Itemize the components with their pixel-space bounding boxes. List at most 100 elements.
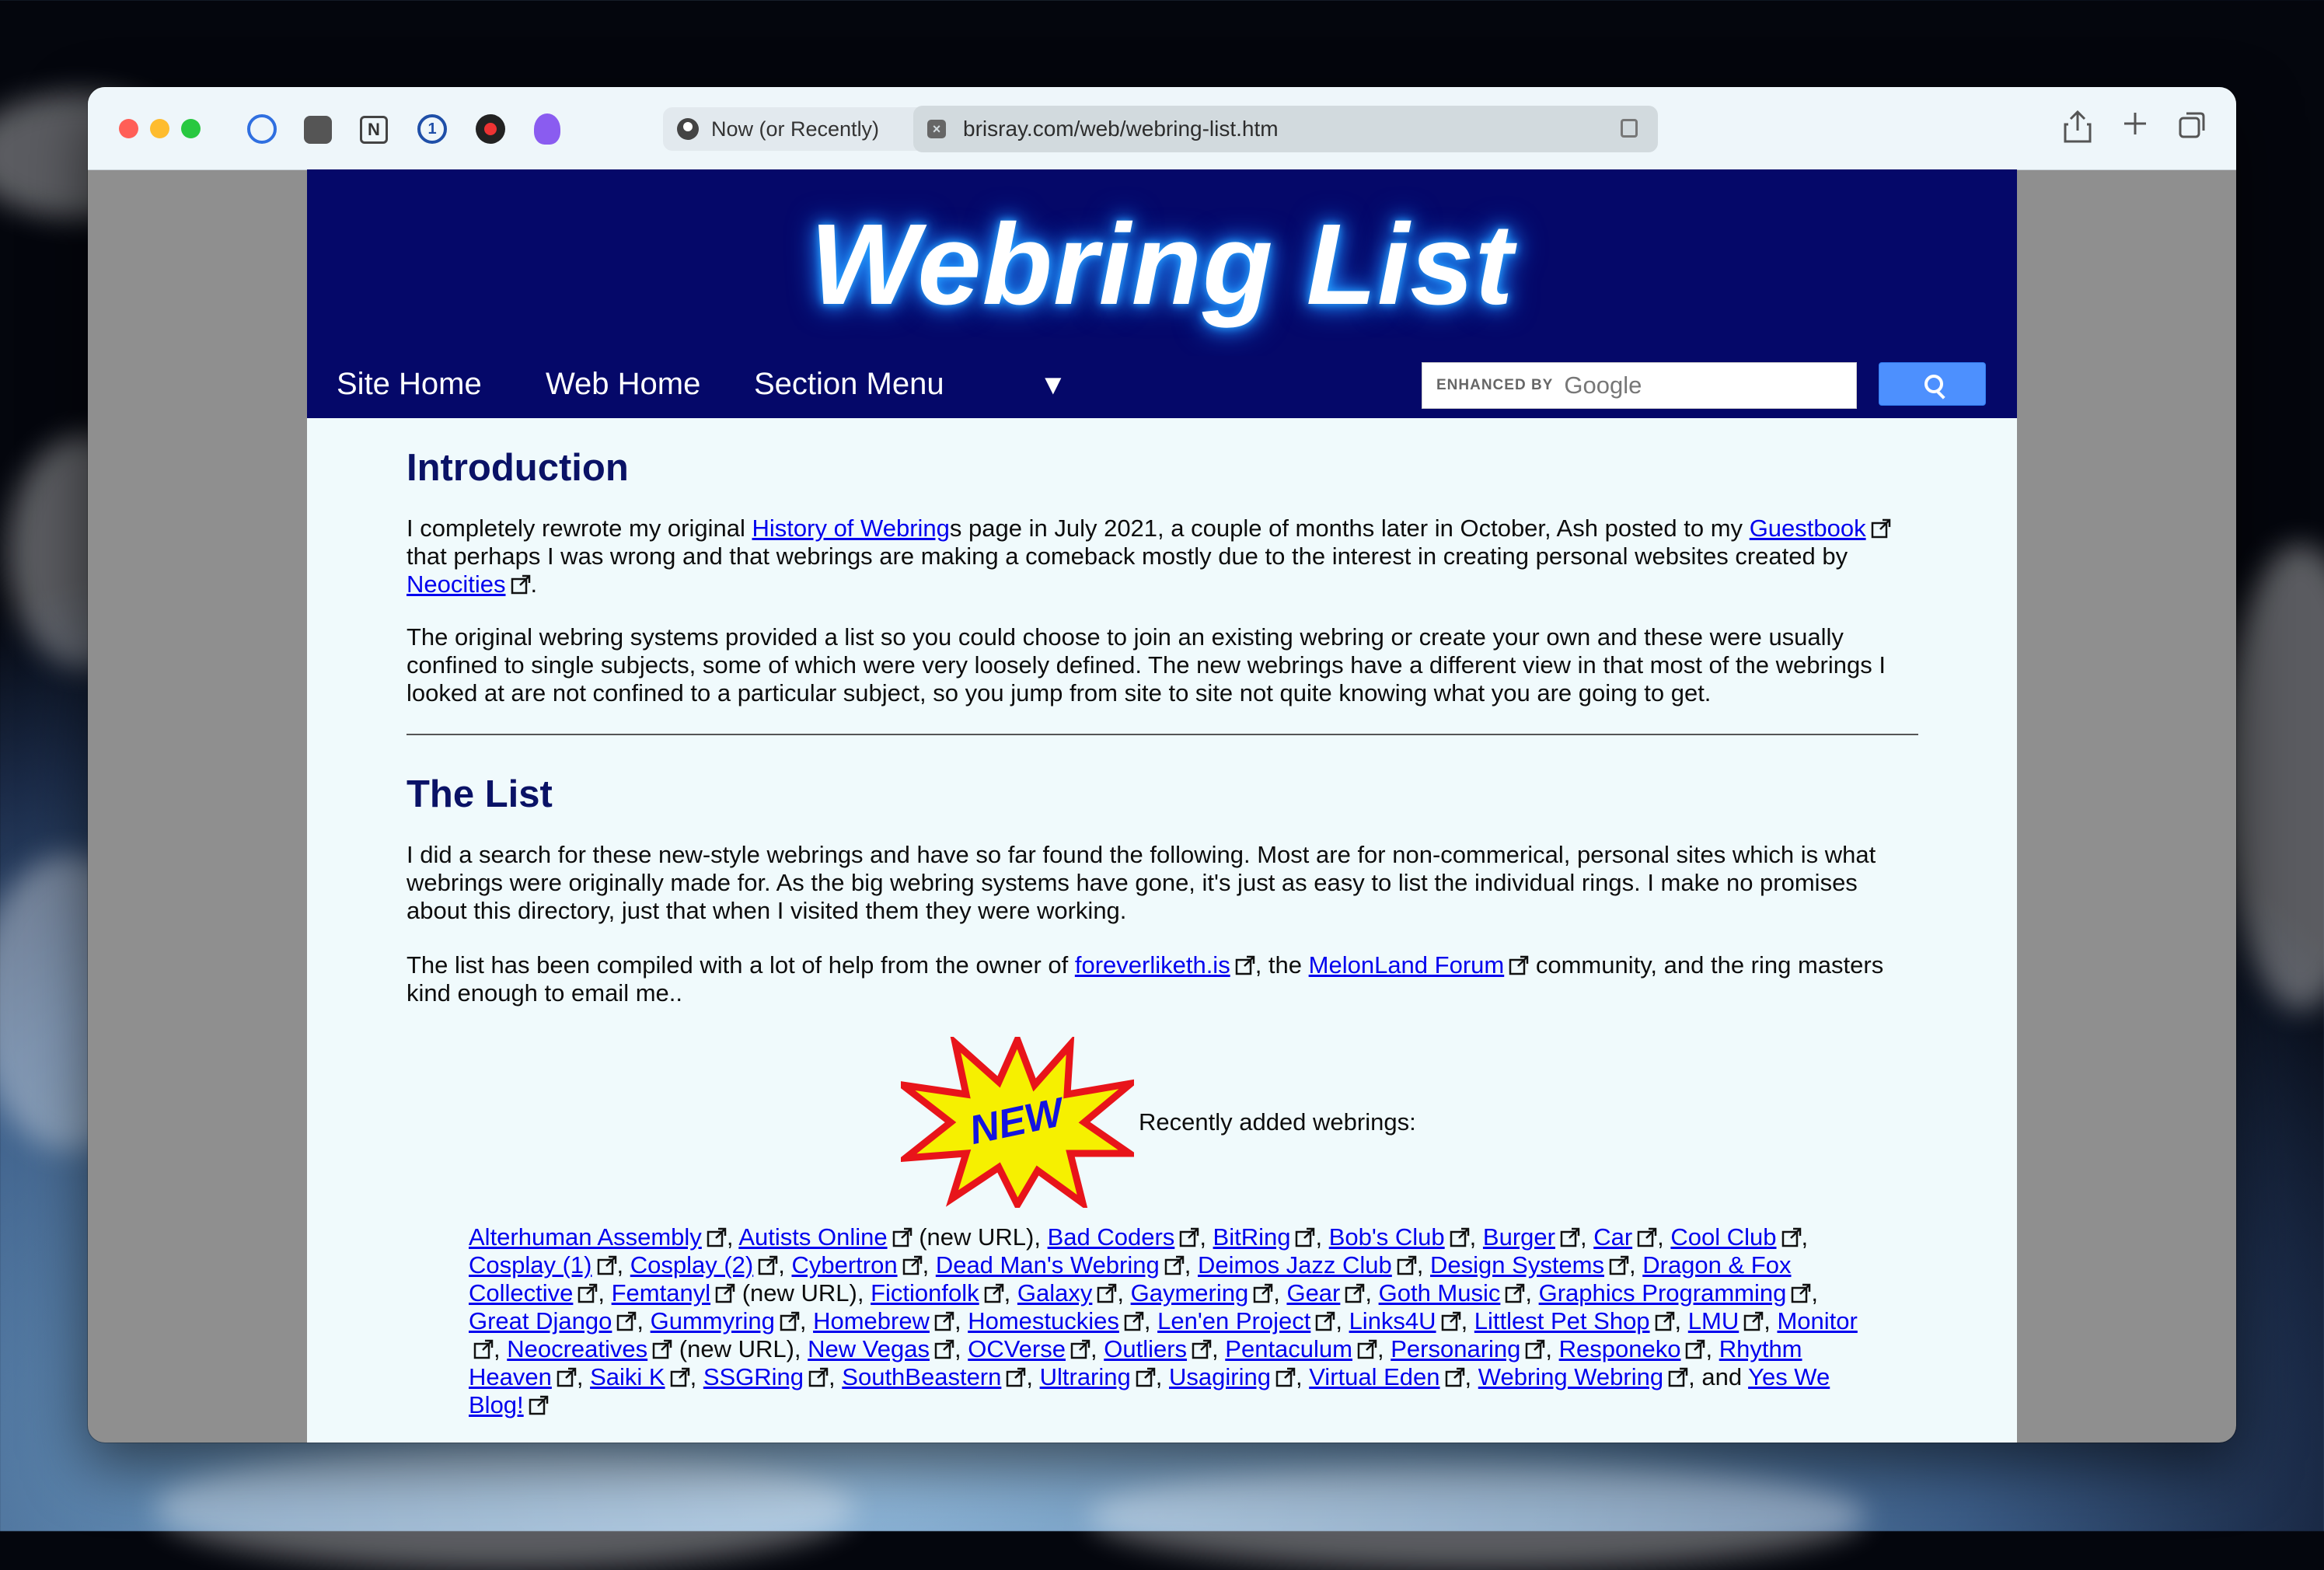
list-separator: ,: [1545, 1335, 1559, 1362]
nav-site-home[interactable]: Site Home: [337, 367, 482, 402]
webring-link[interactable]: Links4U: [1349, 1307, 1436, 1334]
webring-link[interactable]: Bob's Club: [1329, 1223, 1445, 1251]
webring-link[interactable]: Cybertron: [791, 1251, 897, 1279]
neocities-link[interactable]: Neocities: [407, 570, 506, 598]
webring-link[interactable]: Bad Coders: [1048, 1223, 1175, 1251]
crystal-extension-icon[interactable]: [534, 113, 560, 145]
external-link-icon: [1345, 1283, 1365, 1303]
webring-link[interactable]: Webring Webring: [1478, 1363, 1663, 1390]
webring-link[interactable]: New Vegas: [808, 1335, 930, 1362]
webring-link[interactable]: Responeko: [1559, 1335, 1681, 1362]
webring-link[interactable]: Homebrew: [813, 1307, 930, 1334]
nav-section-menu[interactable]: Section Menu: [754, 367, 944, 402]
nav-web-home[interactable]: Web Home: [546, 367, 700, 402]
bug-extension-icon[interactable]: [476, 114, 505, 144]
list-separator: ,: [726, 1223, 739, 1251]
onepassword-icon[interactable]: 1: [417, 114, 447, 144]
webring-link[interactable]: Monitor: [1777, 1307, 1857, 1334]
address-url[interactable]: brisray.com/web/webring-list.htm: [963, 117, 1279, 141]
webring-link[interactable]: SouthBeastern: [842, 1363, 1001, 1390]
external-link-icon: [1871, 518, 1890, 539]
webring-link[interactable]: Gummyring: [651, 1307, 775, 1334]
reader-mode-icon[interactable]: [1621, 119, 1638, 138]
list-separator: ,: [1184, 1251, 1198, 1279]
list-separator: ,: [1579, 1223, 1594, 1251]
webring-link[interactable]: Fictionfolk: [871, 1279, 979, 1307]
list-separator: ,: [799, 1307, 814, 1334]
webring-link[interactable]: Alterhuman Assembly: [469, 1223, 702, 1251]
list-separator: ,: [794, 1335, 808, 1362]
webring-link[interactable]: Usagiring: [1169, 1363, 1271, 1390]
close-window-button[interactable]: [119, 119, 138, 138]
minimize-window-button[interactable]: [150, 119, 169, 138]
list-separator: ,: [778, 1251, 792, 1279]
melonland-forum-link[interactable]: MelonLand Forum: [1309, 951, 1505, 979]
webring-link[interactable]: Gear: [1286, 1279, 1340, 1307]
webring-link[interactable]: OCVerse: [968, 1335, 1066, 1362]
history-of-webrings-link[interactable]: History of Webring: [752, 515, 950, 542]
tab-overview-icon[interactable]: [2174, 109, 2211, 146]
webring-link[interactable]: Gaymering: [1131, 1279, 1249, 1307]
webring-link[interactable]: Great Django: [469, 1307, 612, 1334]
webring-link[interactable]: Galaxy: [1017, 1279, 1092, 1307]
external-link-icon: [902, 1255, 922, 1275]
zoom-window-button[interactable]: [181, 119, 201, 138]
web-page: Webring List Site Home Web Home Section …: [307, 169, 2017, 1443]
webring-link[interactable]: Len'en Project: [1157, 1307, 1310, 1334]
webring-link[interactable]: Graphics Programming: [1539, 1279, 1787, 1307]
webring-link[interactable]: Virtual Eden: [1309, 1363, 1439, 1390]
site-banner: Webring List: [307, 169, 2017, 356]
external-link-icon: [511, 574, 530, 595]
webring-link[interactable]: Goth Music: [1379, 1279, 1501, 1307]
share-icon[interactable]: [2059, 109, 2096, 146]
webring-link[interactable]: Neocreatives: [507, 1335, 647, 1362]
webring-link[interactable]: Femtanyl: [612, 1279, 710, 1307]
search-button[interactable]: [1879, 362, 1986, 406]
list-separator: ,: [1199, 1223, 1213, 1251]
webring-link[interactable]: Autists Online: [738, 1223, 887, 1251]
list-separator: ,: [954, 1335, 968, 1362]
external-link-icon: [1668, 1367, 1688, 1387]
external-link-icon: [1253, 1283, 1273, 1303]
foreverliketh-link[interactable]: foreverliketh.is: [1075, 951, 1230, 979]
webring-link[interactable]: Cosplay (1): [469, 1251, 592, 1279]
webring-link[interactable]: Personaring: [1391, 1335, 1520, 1362]
webring-link[interactable]: Deimos Jazz Club: [1198, 1251, 1392, 1279]
notion-icon[interactable]: N: [360, 116, 388, 144]
search-icon: [1924, 375, 1943, 393]
list-separator: ,: [1801, 1223, 1809, 1251]
webring-link[interactable]: Saiki K: [590, 1363, 665, 1390]
new-tab-icon[interactable]: [2116, 109, 2154, 146]
webring-link[interactable]: Design Systems: [1430, 1251, 1604, 1279]
list-separator: ,: [1629, 1251, 1643, 1279]
external-link-icon: [1450, 1227, 1469, 1247]
webring-link[interactable]: Homestuckies: [968, 1307, 1119, 1334]
list-separator: ,: [1469, 1223, 1483, 1251]
webring-link[interactable]: LMU: [1688, 1307, 1739, 1334]
guestbook-link[interactable]: Guestbook: [1750, 515, 1866, 542]
external-link-icon: [1070, 1339, 1090, 1359]
webring-link[interactable]: Cosplay (2): [630, 1251, 754, 1279]
webring-link[interactable]: BitRing: [1213, 1223, 1291, 1251]
external-link-icon: [1792, 1283, 1811, 1303]
clock-extension-icon[interactable]: [247, 114, 277, 144]
webring-link[interactable]: Pentaculum: [1225, 1335, 1352, 1362]
webring-link[interactable]: Littlest Pet Shop: [1474, 1307, 1650, 1334]
list-separator: ,: [1143, 1307, 1158, 1334]
webring-link[interactable]: SSGRing: [703, 1363, 804, 1390]
search-input[interactable]: ENHANCED BY Google: [1422, 362, 1857, 409]
section-menu-arrow-icon[interactable]: ▼: [1039, 368, 1067, 401]
webring-link[interactable]: Ultraring: [1040, 1363, 1131, 1390]
webring-link[interactable]: Car: [1593, 1223, 1632, 1251]
webring-link[interactable]: Dead Man's Webring: [936, 1251, 1160, 1279]
webring-link[interactable]: Cool Club: [1670, 1223, 1776, 1251]
webring-link[interactable]: Burger: [1483, 1223, 1555, 1251]
webring-link[interactable]: Outliers: [1104, 1335, 1187, 1362]
external-link-icon: [1637, 1227, 1657, 1247]
address-bar[interactable]: × brisray.com/web/webring-list.htm: [913, 106, 1658, 152]
list-separator: ,: [1335, 1307, 1349, 1334]
browser-toolbar: N 1 Now (or Recently) × brisray.com/web/…: [88, 87, 2236, 170]
pocket-icon[interactable]: [304, 116, 332, 144]
external-link-icon: [1316, 1311, 1335, 1331]
external-link-icon: [578, 1283, 598, 1303]
